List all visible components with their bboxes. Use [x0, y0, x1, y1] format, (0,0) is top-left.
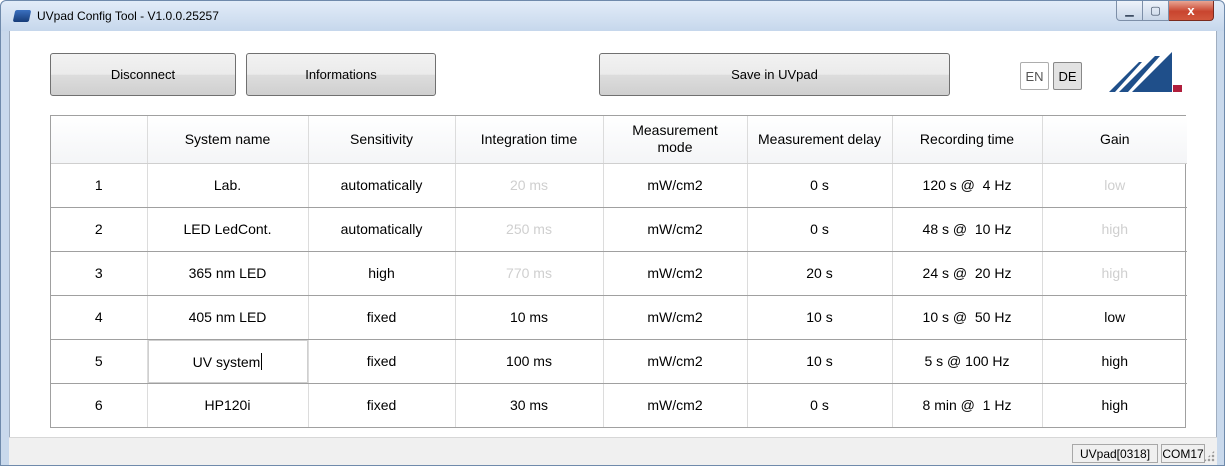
system-name-cell[interactable]: 365 nm LED — [147, 251, 309, 296]
gain-cell[interactable]: high — [1042, 383, 1187, 427]
recording-time-cell[interactable]: 10 s @ 50 Hz — [892, 295, 1043, 340]
row-index: 2 — [51, 207, 148, 252]
table-row[interactable]: 3 365 nm LED high 770 ms mW/cm2 20 s 24 … — [51, 251, 1187, 296]
language-de-button[interactable]: DE — [1053, 62, 1082, 90]
recording-time-cell[interactable]: 120 s @ 4 Hz — [892, 162, 1043, 208]
measurement-mode-cell[interactable]: mW/cm2 — [603, 339, 748, 384]
disconnect-button[interactable]: Disconnect — [50, 53, 236, 96]
close-icon: x — [1187, 3, 1195, 18]
window-controls: ▁ ▢ x — [1116, 1, 1214, 21]
app-icon — [12, 10, 32, 22]
table-row[interactable]: 6 HP120i fixed 30 ms mW/cm2 0 s 8 min @ … — [51, 383, 1187, 427]
recording-time-cell[interactable]: 24 s @ 20 Hz — [892, 251, 1043, 296]
system-name-cell[interactable]: 405 nm LED — [147, 295, 309, 340]
header-measurement-mode[interactable]: Measurement mode — [603, 116, 748, 164]
system-name-cell[interactable]: HP120i — [147, 383, 309, 427]
systems-table: System name Sensitivity Integration time… — [50, 115, 1187, 428]
row-index: 6 — [51, 383, 148, 427]
measurement-delay-cell[interactable]: 10 s — [747, 295, 893, 340]
integration-time-cell: 20 ms — [455, 162, 604, 208]
measurement-mode-cell[interactable]: mW/cm2 — [603, 162, 748, 208]
integration-time-cell: 250 ms — [455, 207, 604, 252]
row-index: 1 — [51, 162, 148, 208]
save-in-uvpad-button[interactable]: Save in UVpad — [599, 53, 950, 96]
logo-red-block — [1173, 85, 1182, 92]
table-row[interactable]: 2 LED LedCont. automatically 250 ms mW/c… — [51, 207, 1187, 252]
gain-cell: high — [1042, 251, 1187, 296]
system-name-cell[interactable]: Lab. — [147, 162, 309, 208]
recording-time-cell[interactable]: 8 min @ 1 Hz — [892, 383, 1043, 427]
gain-cell: high — [1042, 207, 1187, 252]
sensitivity-cell[interactable]: fixed — [308, 295, 456, 340]
measurement-delay-cell[interactable]: 0 s — [747, 383, 893, 427]
sensitivity-cell[interactable]: automatically — [308, 162, 456, 208]
maximize-icon: ▢ — [1150, 5, 1161, 17]
integration-time-cell[interactable]: 100 ms — [455, 339, 604, 384]
integration-time-cell: 770 ms — [455, 251, 604, 296]
minimize-button[interactable]: ▁ — [1116, 1, 1143, 21]
header-sensitivity[interactable]: Sensitivity — [308, 116, 456, 164]
table-row[interactable]: 4 405 nm LED fixed 10 ms mW/cm2 10 s 10 … — [51, 295, 1187, 340]
row-index: 5 — [51, 339, 148, 384]
recording-time-cell[interactable]: 48 s @ 10 Hz — [892, 207, 1043, 252]
header-recording-time[interactable]: Recording time — [892, 116, 1043, 164]
recording-time-cell[interactable]: 5 s @ 100 Hz — [892, 339, 1043, 384]
header-measurement-delay[interactable]: Measurement delay — [747, 116, 893, 164]
minimize-icon: ▁ — [1125, 5, 1134, 17]
language-en-button[interactable]: EN — [1020, 62, 1049, 90]
measurement-mode-cell[interactable]: mW/cm2 — [603, 207, 748, 252]
measurement-delay-cell[interactable]: 20 s — [747, 251, 893, 296]
sensitivity-cell[interactable]: fixed — [308, 339, 456, 384]
logo-stripe-3 — [1132, 52, 1172, 92]
measurement-delay-cell[interactable]: 0 s — [747, 207, 893, 252]
client-area: Disconnect Informations Save in UVpad EN… — [9, 31, 1217, 437]
measurement-mode-cell[interactable]: mW/cm2 — [603, 251, 748, 296]
integration-time-cell[interactable]: 10 ms — [455, 295, 604, 340]
close-button[interactable]: x — [1169, 1, 1214, 21]
informations-button[interactable]: Informations — [246, 53, 436, 96]
gain-cell[interactable]: low — [1042, 295, 1187, 340]
sensitivity-cell[interactable]: fixed — [308, 383, 456, 427]
table-row[interactable]: 5 UV system fixed 100 ms mW/cm2 10 s 5 s… — [51, 339, 1187, 384]
header-gain[interactable]: Gain — [1042, 116, 1187, 164]
status-device: UVpad[0318] — [1072, 444, 1158, 463]
row-index: 3 — [51, 251, 148, 296]
header-index — [51, 116, 148, 164]
app-window: UVpad Config Tool - V1.0.0.25257 ▁ ▢ x D… — [0, 0, 1225, 466]
row-index: 4 — [51, 295, 148, 340]
text-cursor — [261, 352, 263, 370]
company-logo — [1109, 52, 1182, 92]
window-title: UVpad Config Tool - V1.0.0.25257 — [37, 9, 219, 23]
measurement-delay-cell[interactable]: 10 s — [747, 339, 893, 384]
sensitivity-cell[interactable]: high — [308, 251, 456, 296]
table-row[interactable]: 1 Lab. automatically 20 ms mW/cm2 0 s 12… — [51, 162, 1187, 208]
header-integration-time[interactable]: Integration time — [455, 116, 604, 164]
header-system-name[interactable]: System name — [147, 116, 309, 164]
title-bar[interactable]: UVpad Config Tool - V1.0.0.25257 ▁ ▢ x — [1, 1, 1224, 31]
sensitivity-cell[interactable]: automatically — [308, 207, 456, 252]
measurement-mode-cell[interactable]: mW/cm2 — [603, 383, 748, 427]
status-bar: UVpad[0318] COM17 — [9, 437, 1217, 465]
system-name-cell[interactable]: LED LedCont. — [147, 207, 309, 252]
measurement-mode-cell[interactable]: mW/cm2 — [603, 295, 748, 340]
measurement-delay-cell[interactable]: 0 s — [747, 162, 893, 208]
integration-time-cell[interactable]: 30 ms — [455, 383, 604, 427]
system-name-cell-editing[interactable]: UV system — [147, 339, 309, 384]
gain-cell: low — [1042, 162, 1187, 208]
table-header-row: System name Sensitivity Integration time… — [51, 116, 1187, 164]
maximize-button[interactable]: ▢ — [1143, 1, 1169, 21]
system-name-edit-text[interactable]: UV system — [193, 354, 261, 370]
gain-cell[interactable]: high — [1042, 339, 1187, 384]
status-port: COM17 — [1161, 444, 1205, 463]
